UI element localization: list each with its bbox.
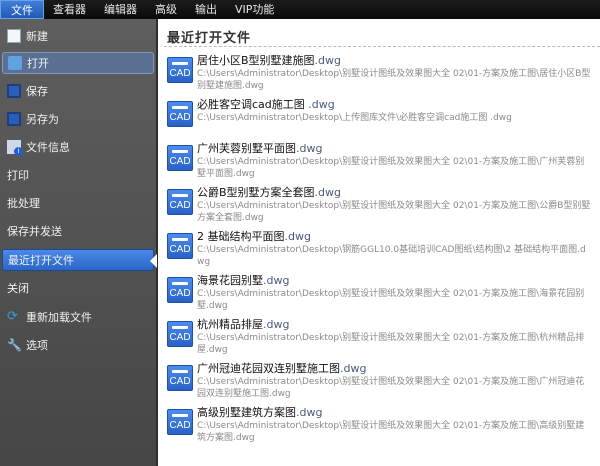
sidebar-item-batch[interactable]: 批处理	[2, 192, 154, 214]
cad-file-icon: CAD	[167, 57, 193, 83]
folder-open-icon	[8, 56, 22, 70]
file-path: C:\Users\Administrator\Desktop\上传图库文件\必胜…	[197, 113, 512, 123]
sidebar-item-label: 打印	[7, 169, 29, 182]
file-name: 必胜客空调cad施工图 .dwg	[197, 97, 597, 112]
file-path: C:\Users\Administrator\Desktop\别墅设计图纸及效果…	[197, 421, 585, 443]
file-name: 广州冠迪花园双连别墅施工图.dwg	[197, 361, 597, 376]
file-extension: .dwg	[296, 406, 323, 419]
sidebar-item-file-info[interactable]: 文件信息	[2, 136, 154, 158]
sidebar-item-label: 重新加载文件	[26, 311, 92, 324]
file-extension: .dwg	[340, 362, 367, 375]
file-path: C:\Users\Administrator\Desktop\别墅设计图纸及效果…	[197, 69, 591, 91]
file-sidebar: 新建 打开 保存 另存为 文件信息 打印 批处理 保存并发送 最近打开文件 关闭…	[0, 19, 158, 466]
cad-file-icon: CAD	[167, 321, 193, 347]
file-extension: .dwg	[284, 230, 311, 243]
sidebar-item-close[interactable]: 关闭	[2, 277, 154, 299]
cad-file-icon: CAD	[167, 409, 193, 435]
sidebar-item-label: 最近打开文件	[8, 254, 74, 267]
wrench-icon: 🔧	[7, 338, 22, 352]
file-name: 公爵B型别墅方案全套图.dwg	[197, 185, 597, 200]
recent-file-item[interactable]: CAD 广州冠迪花园双连别墅施工图.dwg C:\Users\Administr…	[167, 361, 597, 401]
sidebar-item-label: 保存	[26, 85, 48, 98]
tab-editor[interactable]: 编辑器	[95, 0, 146, 19]
recent-file-item[interactable]: CAD 2 基础结构平面图.dwg C:\Users\Administrator…	[167, 229, 597, 269]
recent-file-item[interactable]: CAD 居住小区B型别墅建施图.dwg C:\Users\Administrat…	[167, 53, 597, 93]
file-name: 2 基础结构平面图.dwg	[197, 229, 597, 244]
recent-file-list: CAD 居住小区B型别墅建施图.dwg C:\Users\Administrat…	[167, 53, 597, 445]
file-path: C:\Users\Administrator\Desktop\别墅设计图纸及效果…	[197, 157, 585, 179]
cad-file-icon: CAD	[167, 365, 193, 391]
file-extension: .dwg	[308, 98, 335, 111]
new-file-icon	[7, 29, 21, 43]
file-extension: .dwg	[296, 142, 323, 155]
file-path: C:\Users\Administrator\Desktop\别墅设计图纸及效果…	[197, 201, 591, 223]
file-extension: .dwg	[314, 54, 342, 67]
sidebar-item-label: 文件信息	[26, 141, 70, 154]
file-name-text: 广州冠迪花园双连别墅施工图	[197, 362, 340, 375]
tab-output[interactable]: 输出	[186, 0, 226, 19]
recent-file-item[interactable]: CAD 杭州精品排屋.dwg C:\Users\Administrator\De…	[167, 317, 597, 357]
file-name: 海景花园别墅.dwg	[197, 273, 597, 288]
cad-file-icon: CAD	[167, 145, 193, 171]
sidebar-item-save-send[interactable]: 保存并发送	[2, 220, 154, 242]
divider	[164, 46, 600, 47]
save-icon	[7, 84, 21, 98]
sidebar-item-label: 关闭	[7, 282, 29, 295]
file-name: 广州芙蓉别墅平面图.dwg	[197, 141, 597, 156]
recent-file-item[interactable]: CAD 广州芙蓉别墅平面图.dwg C:\Users\Administrator…	[167, 141, 597, 181]
file-name-text: 居住小区B型别墅建施图	[197, 54, 315, 67]
file-extension: .dwg	[263, 318, 290, 331]
tab-file[interactable]: 文件	[0, 0, 44, 19]
file-name-text: 高级别墅建筑方案图	[197, 406, 296, 419]
cad-file-icon: CAD	[167, 189, 193, 215]
file-path: C:\Users\Administrator\Desktop\钢筋GGL10.0…	[197, 245, 586, 267]
menu-bar: 文件 查看器 编辑器 高级 输出 VIP功能	[0, 0, 600, 19]
file-name-text: 必胜客空调cad施工图	[197, 98, 309, 111]
page-title: 最近打开文件	[167, 31, 252, 46]
file-name-text: 公爵B型别墅方案全套图	[197, 186, 315, 199]
recent-files-panel: 最近打开文件 CAD 居住小区B型别墅建施图.dwg C:\Users\Admi…	[160, 19, 600, 466]
reload-icon: ⟳	[7, 309, 18, 324]
cad-file-icon: CAD	[167, 101, 193, 127]
recent-file-item[interactable]: CAD 公爵B型别墅方案全套图.dwg C:\Users\Administrat…	[167, 185, 597, 225]
sidebar-item-label: 保存并发送	[7, 225, 62, 238]
file-name: 居住小区B型别墅建施图.dwg	[197, 53, 597, 68]
file-extension: .dwg	[314, 186, 342, 199]
recent-file-item[interactable]: CAD 海景花园别墅.dwg C:\Users\Administrator\De…	[167, 273, 597, 313]
file-name-text: 2 基础结构平面图	[197, 230, 285, 243]
recent-file-item[interactable]: CAD 必胜客空调cad施工图 .dwg C:\Users\Administra…	[167, 97, 597, 137]
file-name: 高级别墅建筑方案图.dwg	[197, 405, 597, 420]
cad-file-icon: CAD	[167, 233, 193, 259]
recent-file-item[interactable]: CAD 高级别墅建筑方案图.dwg C:\Users\Administrator…	[167, 405, 597, 445]
tab-viewer[interactable]: 查看器	[44, 0, 95, 19]
tab-vip[interactable]: VIP功能	[226, 0, 283, 19]
sidebar-item-save-as[interactable]: 另存为	[2, 108, 154, 130]
file-extension: .dwg	[263, 274, 290, 287]
file-name: 杭州精品排屋.dwg	[197, 317, 597, 332]
save-as-icon	[7, 112, 21, 126]
file-info-icon	[7, 140, 23, 156]
file-name-text: 海景花园别墅	[197, 274, 263, 287]
sidebar-item-recent[interactable]: 最近打开文件	[2, 249, 157, 271]
sidebar-item-print[interactable]: 打印	[2, 164, 154, 186]
sidebar-item-new[interactable]: 新建	[2, 25, 154, 47]
sidebar-item-label: 批处理	[7, 197, 40, 210]
sidebar-item-label: 新建	[26, 30, 48, 43]
sidebar-item-label: 另存为	[26, 113, 59, 126]
sidebar-item-reload[interactable]: ⟳ 重新加载文件	[2, 306, 154, 328]
sidebar-item-save[interactable]: 保存	[2, 80, 154, 102]
file-path: C:\Users\Administrator\Desktop\别墅设计图纸及效果…	[197, 377, 585, 399]
file-name-text: 广州芙蓉别墅平面图	[197, 142, 296, 155]
sidebar-item-label: 打开	[27, 57, 49, 70]
file-path: C:\Users\Administrator\Desktop\别墅设计图纸及效果…	[197, 289, 585, 311]
sidebar-item-label: 选项	[26, 339, 48, 352]
sidebar-item-options[interactable]: 🔧 选项	[2, 334, 154, 356]
tab-advanced[interactable]: 高级	[146, 0, 186, 19]
file-name-text: 杭州精品排屋	[197, 318, 263, 331]
selection-arrow-icon	[150, 254, 157, 268]
cad-file-icon: CAD	[167, 277, 193, 303]
sidebar-item-open[interactable]: 打开	[2, 52, 154, 74]
file-path: C:\Users\Administrator\Desktop\别墅设计图纸及效果…	[197, 333, 585, 355]
